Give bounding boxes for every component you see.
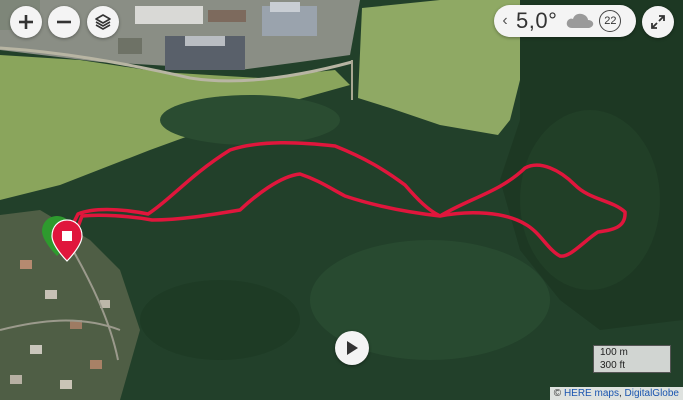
temperature-label: 5,0° [516,8,558,33]
expand-icon [651,15,665,29]
here-maps-link[interactable]: HERE maps [564,388,619,399]
zoom-out-button[interactable] [48,6,80,38]
map-scale: 100 m 300 ft [593,345,671,373]
wind-indicator: 22 [599,10,622,32]
fullscreen-button[interactable] [642,6,674,38]
cloud-icon [567,13,594,28]
layers-button[interactable] [87,6,119,38]
scale-metric: 100 m [593,345,671,359]
digitalglobe-link[interactable]: DigitalGlobe [625,388,679,399]
attribution-separator: , [618,388,622,399]
play-button[interactable] [335,331,369,365]
layers-icon [95,14,111,30]
copyright-symbol: © [553,388,562,399]
minus-icon [57,20,71,24]
map-attribution: © HERE maps, DigitalGlobe [549,387,683,400]
scale-imperial: 300 ft [593,359,671,373]
plus-icon [19,15,33,29]
zoom-in-button[interactable] [10,6,42,38]
chevron-left-icon[interactable]: ‹ [494,12,516,30]
weather-widget[interactable]: ‹ 5,0° 22 [494,5,636,37]
play-icon [347,341,358,355]
